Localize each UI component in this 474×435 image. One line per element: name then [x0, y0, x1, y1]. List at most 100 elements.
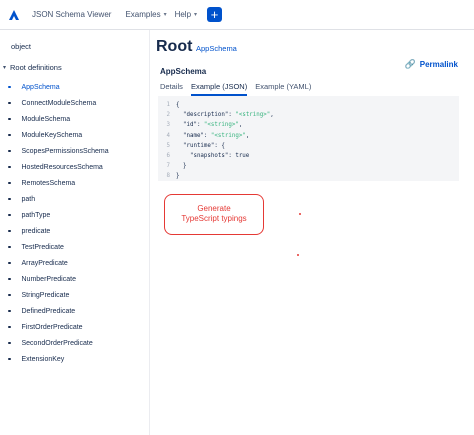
- bullet-icon: [8, 85, 11, 89]
- bullet-icon: [8, 245, 11, 249]
- atlassian-logo-icon[interactable]: [8, 9, 20, 21]
- code-text: "id":: [176, 122, 204, 129]
- bullet-icon: [8, 357, 11, 361]
- definitions-list: AppSchema ConnectModuleSchema ModuleSchema…: [0, 79, 150, 367]
- nav-examples-label: Examples: [125, 10, 161, 19]
- sidebar: object ▾ Root definitions AppSchema Conne…: [0, 30, 150, 435]
- code-text: }: [176, 173, 180, 180]
- sidebar-item-moduleschema[interactable]: ModuleSchema: [0, 111, 150, 127]
- permalink-button[interactable]: 🔗 Permalink: [405, 59, 458, 70]
- sidebar-item-label: HostedResourcesSchema: [21, 163, 103, 171]
- code-string-value: "<string>": [210, 132, 246, 139]
- permalink-label: Permalink: [419, 60, 458, 69]
- root-schema-link[interactable]: AppSchema: [196, 44, 237, 53]
- code-block: 1{2 "description": "<string>", 3 "id": "<…: [158, 96, 459, 181]
- annotation-dot: [297, 254, 299, 256]
- sidebar-item-appschema[interactable]: AppSchema: [0, 79, 150, 95]
- sidebar-item-path[interactable]: path: [0, 191, 150, 207]
- sidebar-item-label: ArrayPredicate: [21, 259, 68, 267]
- sidebar-item-label: RemotesSchema: [21, 179, 76, 187]
- code-line: 3 "id": "<string>",: [158, 120, 459, 130]
- sidebar-item-arraypredicate[interactable]: ArrayPredicate: [0, 255, 150, 271]
- bullet-icon: [8, 149, 11, 153]
- line-number: 2: [166, 112, 171, 119]
- sidebar-item-label: ModuleSchema: [21, 115, 71, 123]
- code-string-value: "<string>": [235, 112, 271, 119]
- code-line: 6 "snapshots": true: [158, 151, 459, 161]
- bullet-icon: [8, 277, 11, 281]
- sidebar-item-label: DefinedPredicate: [21, 307, 76, 315]
- code-text: {: [176, 102, 180, 108]
- sidebar-item-hostedresourcesschema[interactable]: HostedResourcesSchema: [0, 159, 150, 175]
- line-number: 6: [166, 153, 171, 160]
- annotation-text: Generate TypeScript typings: [164, 204, 264, 224]
- annotation-line-1: Generate: [197, 204, 231, 213]
- bullet-icon: [8, 133, 11, 137]
- sidebar-item-label: pathType: [21, 211, 51, 219]
- bullet-icon: [8, 309, 11, 313]
- code-punctuation: ,: [270, 112, 274, 119]
- sidebar-item-label: ExtensionKey: [21, 355, 65, 363]
- sidebar-item-pathtype[interactable]: pathType: [0, 207, 150, 223]
- tab-example-yaml[interactable]: Example (YAML): [255, 82, 311, 96]
- code-text: "description":: [176, 112, 236, 119]
- sidebar-item-stringpredicate[interactable]: StringPredicate: [0, 287, 150, 303]
- bullet-icon: [8, 325, 11, 329]
- sidebar-item-scopespermissionsschema[interactable]: ScopesPermissionsSchema: [0, 143, 150, 159]
- root-definitions-toggle[interactable]: ▾ Root definitions: [3, 63, 62, 72]
- line-number: 4: [166, 132, 171, 139]
- sidebar-item-secondorderpredicate[interactable]: SecondOrderPredicate: [0, 335, 150, 351]
- code-line: 8}: [158, 171, 459, 181]
- sidebar-item-numberpredicate[interactable]: NumberPredicate: [0, 271, 150, 287]
- annotation-dot: [299, 213, 301, 215]
- example-tabs: Details Example (JSON) Example (YAML): [160, 82, 319, 96]
- sidebar-item-label: predicate: [21, 227, 51, 235]
- code-line: 5 "runtime": {: [158, 141, 459, 151]
- create-button[interactable]: +: [207, 7, 223, 22]
- code-text: "runtime": {: [176, 142, 225, 149]
- bullet-icon: [8, 165, 11, 169]
- code-text: "name":: [176, 132, 211, 139]
- bullet-icon: [8, 101, 11, 105]
- sidebar-item-label: path: [21, 195, 36, 203]
- sidebar-item-connectmoduleschema[interactable]: ConnectModuleSchema: [0, 95, 150, 111]
- code-line: 4 "name": "<string>",: [158, 131, 459, 141]
- sidebar-object-label[interactable]: object: [11, 42, 31, 51]
- line-number: 7: [166, 163, 171, 170]
- nav-help-menu[interactable]: Help ▾: [175, 10, 197, 19]
- schema-name-heading: AppSchema: [160, 67, 207, 76]
- chevron-down-icon: ▾: [3, 65, 7, 71]
- chevron-down-icon: ▾: [194, 12, 198, 18]
- sidebar-item-label: StringPredicate: [21, 291, 70, 299]
- page-title: Root: [156, 38, 193, 55]
- sidebar-item-testpredicate[interactable]: TestPredicate: [0, 239, 150, 255]
- sidebar-item-modulekeyschema[interactable]: ModuleKeySchema: [0, 127, 150, 143]
- bullet-icon: [8, 181, 11, 185]
- code-punctuation: ,: [238, 122, 243, 129]
- plus-icon: +: [210, 7, 219, 22]
- sidebar-item-firstorderpredicate[interactable]: FirstOrderPredicate: [0, 319, 150, 335]
- sidebar-item-definedpredicate[interactable]: DefinedPredicate: [0, 303, 150, 319]
- code-string-value: "<string>": [203, 122, 239, 129]
- top-navigation-bar: JSON Schema Viewer Examples ▾ Help ▾ +: [0, 0, 474, 30]
- tab-details[interactable]: Details: [160, 82, 183, 96]
- line-number: 1: [166, 102, 171, 108]
- bullet-icon: [8, 261, 11, 265]
- bullet-icon: [8, 293, 11, 297]
- line-number: 8: [166, 173, 171, 180]
- sidebar-item-extensionkey[interactable]: ExtensionKey: [0, 351, 150, 367]
- annotation-line-2: TypeScript typings: [181, 214, 247, 223]
- bullet-icon: [8, 213, 11, 217]
- sidebar-item-predicate[interactable]: predicate: [0, 223, 150, 239]
- code-line: 1{: [158, 100, 459, 110]
- code-text: "snapshots": true: [176, 153, 250, 160]
- bullet-icon: [8, 197, 11, 201]
- bullet-icon: [8, 229, 11, 233]
- sidebar-item-label: FirstOrderPredicate: [21, 323, 83, 331]
- sidebar-item-label: TestPredicate: [21, 243, 64, 251]
- sidebar-item-label: NumberPredicate: [21, 275, 76, 283]
- tab-example-json[interactable]: Example (JSON): [190, 82, 248, 96]
- nav-examples-menu[interactable]: Examples ▾: [125, 10, 166, 19]
- sidebar-item-remotesschema[interactable]: RemotesSchema: [0, 175, 150, 191]
- root-definitions-label: Root definitions: [10, 63, 62, 72]
